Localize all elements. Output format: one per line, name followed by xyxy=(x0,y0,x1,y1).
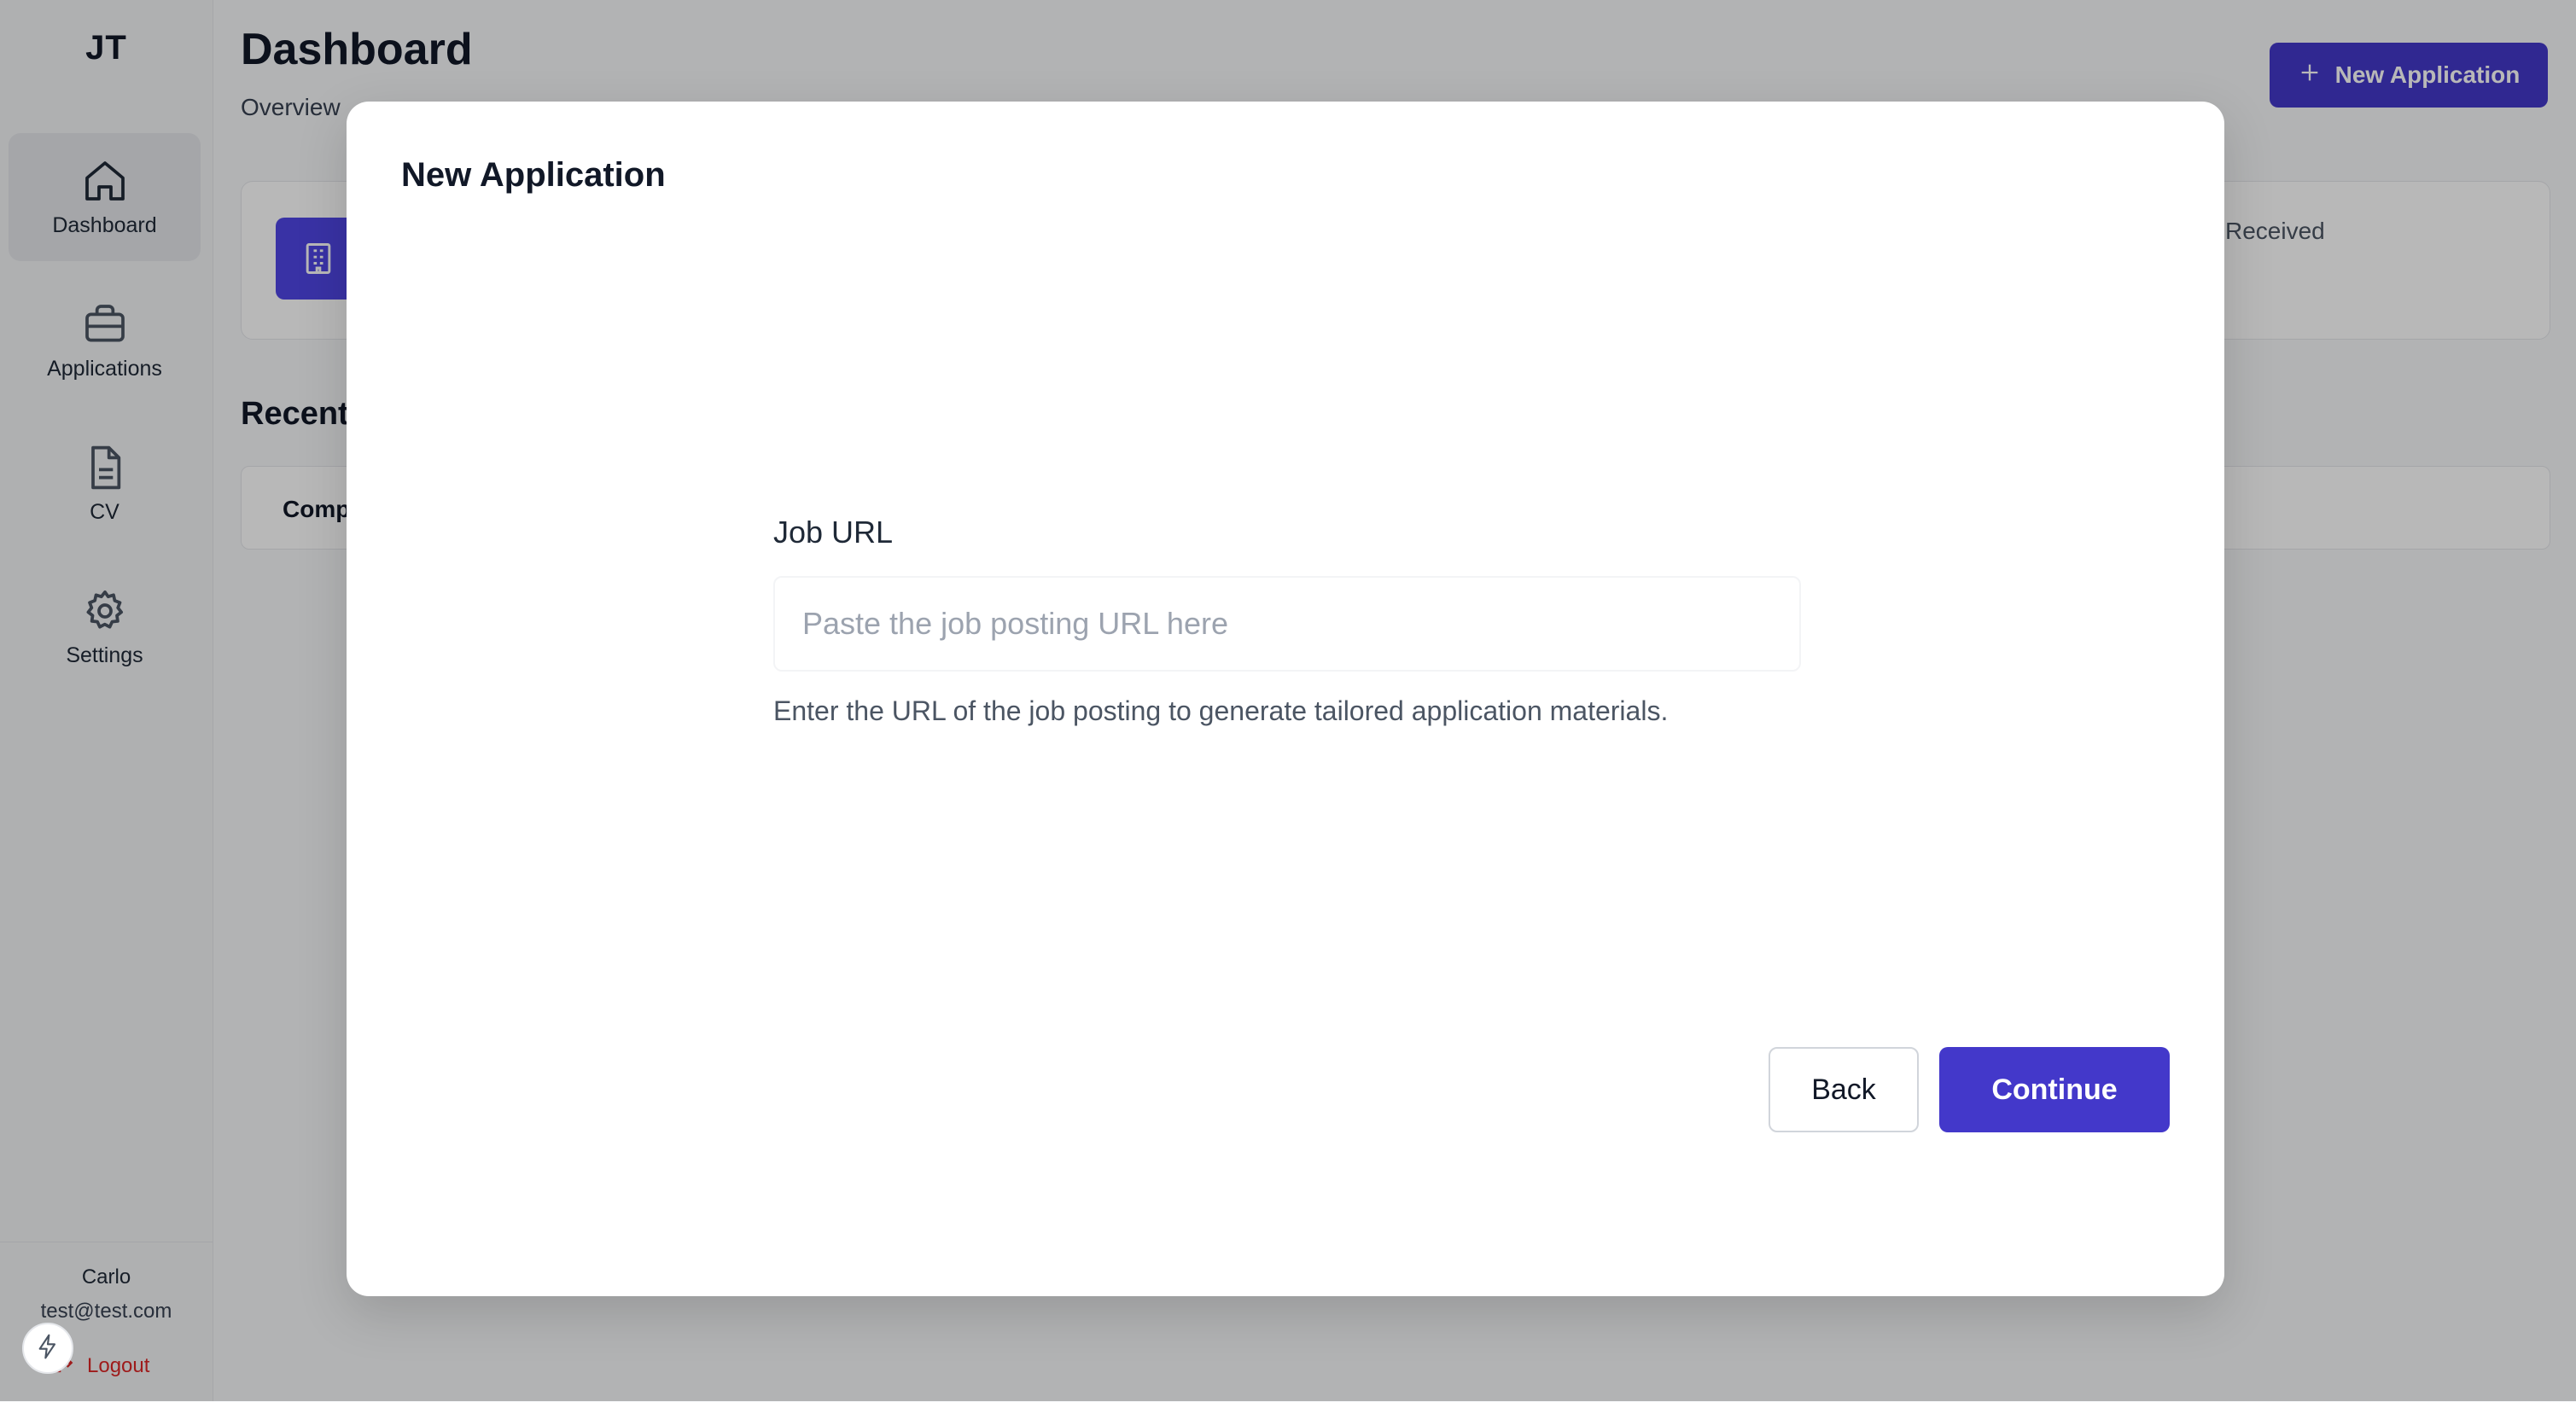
quick-action-button[interactable] xyxy=(22,1323,73,1374)
new-application-dialog: New Application Job URL Enter the URL of… xyxy=(347,102,2224,1296)
job-url-label: Job URL xyxy=(773,515,894,550)
back-button[interactable]: Back xyxy=(1769,1047,1919,1132)
lightning-icon xyxy=(34,1333,61,1364)
continue-button[interactable]: Continue xyxy=(1939,1047,2170,1132)
dialog-title: New Application xyxy=(401,156,666,194)
job-url-helper-text: Enter the URL of the job posting to gene… xyxy=(773,695,1669,726)
job-url-input[interactable] xyxy=(773,576,1801,672)
